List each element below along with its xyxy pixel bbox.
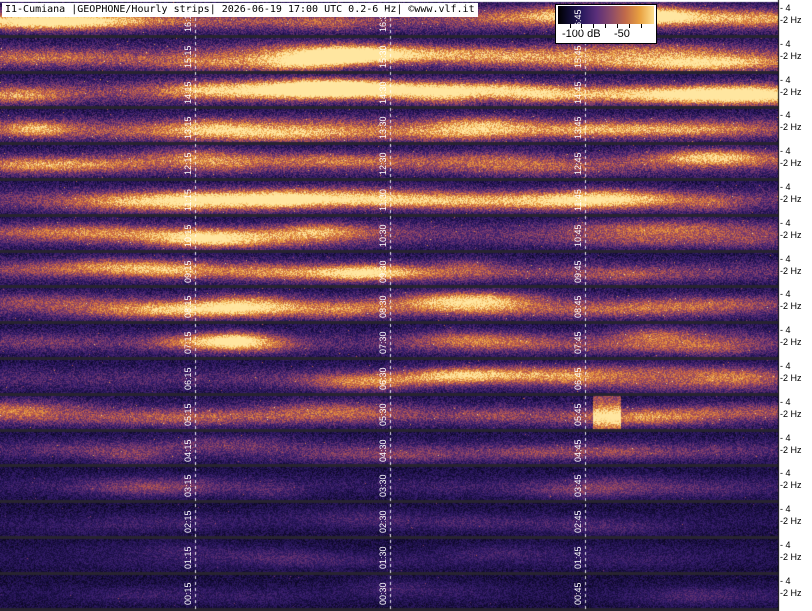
- time-label: 13:45: [573, 116, 583, 140]
- time-label: 10:45: [573, 224, 583, 247]
- time-label: 09:15: [183, 260, 193, 283]
- time-label: 15:15: [183, 45, 193, 68]
- freq-tick-4: - 4: [780, 432, 791, 443]
- colorbar-high-label: -50: [614, 28, 630, 40]
- time-label: 04:30: [378, 439, 388, 462]
- time-label: 09:45: [573, 260, 583, 283]
- freq-tick-2hz: -2 Hz: [780, 15, 802, 25]
- freq-tick-4: - 4: [780, 217, 791, 228]
- time-label: 02:15: [183, 510, 193, 534]
- freq-tick-2hz: -2 Hz: [780, 552, 802, 562]
- freq-tick-4: - 4: [780, 3, 791, 13]
- time-label: 11:45: [573, 189, 583, 211]
- freq-tick-2hz: -2 Hz: [780, 408, 802, 419]
- freq-tick-2hz: -2 Hz: [780, 50, 802, 61]
- time-label: 16:15: [183, 9, 193, 32]
- time-label: 13:15: [183, 116, 193, 140]
- time-label: 12:15: [183, 152, 193, 176]
- freq-tick-4: - 4: [780, 38, 791, 49]
- freq-tick-2hz: -2 Hz: [780, 122, 802, 133]
- freq-tick-2hz: -2 Hz: [780, 86, 802, 97]
- time-label: 04:45: [573, 439, 583, 462]
- time-label: 00:45: [573, 582, 583, 605]
- freq-tick-2hz: -2 Hz: [780, 480, 802, 491]
- time-label: 14:30: [378, 81, 388, 104]
- time-label: 08:45: [573, 295, 583, 319]
- time-label: 14:45: [573, 81, 583, 104]
- freq-tick-2hz: -2 Hz: [780, 337, 802, 348]
- time-label: 15:45: [573, 45, 583, 68]
- freq-tick-4: - 4: [780, 468, 791, 479]
- time-label: 05:45: [573, 403, 583, 426]
- freq-tick-2hz: -2 Hz: [780, 229, 802, 240]
- freq-tick-4: - 4: [780, 325, 791, 336]
- time-label: 10:15: [183, 224, 193, 247]
- time-label: 03:30: [378, 474, 388, 498]
- time-label: 16:30: [378, 9, 388, 32]
- time-label: 03:45: [573, 474, 583, 498]
- time-label: 08:30: [378, 295, 388, 319]
- freq-tick-4: - 4: [780, 110, 791, 121]
- time-label: 14:15: [183, 81, 193, 104]
- time-label: 05:30: [378, 403, 388, 426]
- time-label: 01:15: [183, 546, 193, 569]
- time-label: 15:30: [378, 45, 388, 68]
- time-label: 08:15: [183, 295, 193, 319]
- freq-tick-2hz: -2 Hz: [780, 158, 802, 169]
- freq-tick-4: - 4: [780, 540, 791, 550]
- time-label: 06:30: [378, 367, 388, 390]
- freq-tick-2hz: -2 Hz: [780, 444, 802, 455]
- time-label: 13:30: [378, 116, 388, 140]
- freq-tick-2hz: -2 Hz: [780, 373, 802, 383]
- time-label: 07:15: [183, 331, 193, 355]
- freq-tick-4: - 4: [780, 289, 791, 300]
- time-label: 07:45: [573, 331, 583, 355]
- freq-tick-4: - 4: [780, 504, 791, 515]
- time-label: 11:15: [183, 189, 193, 211]
- freq-tick-4: - 4: [780, 396, 791, 407]
- time-label: 12:30: [378, 152, 388, 176]
- freq-tick-4: - 4: [780, 361, 791, 371]
- time-label: 02:45: [573, 510, 583, 534]
- freq-tick-4: - 4: [780, 182, 791, 192]
- freq-tick-4: - 4: [780, 146, 791, 157]
- time-label: 06:15: [183, 367, 193, 390]
- colorbar: -100 dB -50: [555, 4, 657, 44]
- freq-tick-2hz: -2 Hz: [780, 516, 802, 527]
- freq-tick-4: - 4: [780, 74, 791, 85]
- time-label: 10:30: [378, 224, 388, 247]
- time-label: 00:15: [183, 582, 193, 605]
- freq-tick-2hz: -2 Hz: [780, 301, 802, 312]
- time-label: 02:30: [378, 510, 388, 534]
- freq-tick-2hz: -2 Hz: [780, 587, 802, 598]
- spectrogram-strips: [0, 0, 812, 611]
- freq-tick-4: - 4: [780, 575, 791, 586]
- time-label: 03:15: [183, 474, 193, 498]
- time-label: 01:30: [378, 546, 388, 569]
- time-label: 07:30: [378, 331, 388, 355]
- freq-tick-2hz: -2 Hz: [780, 265, 802, 276]
- colorbar-tick: [641, 24, 642, 28]
- time-label: 11:30: [378, 189, 388, 211]
- time-label: 16:45: [573, 9, 583, 32]
- freq-tick-2hz: -2 Hz: [780, 194, 802, 204]
- time-label: 06:45: [573, 367, 583, 390]
- chart-title: I1-Cumiana |GEOPHONE/Hourly strips| 2026…: [2, 3, 478, 17]
- time-label: 05:15: [183, 403, 193, 426]
- time-label: 12:45: [573, 152, 583, 176]
- colorbar-tick: [605, 24, 606, 28]
- time-label: 01:45: [573, 546, 583, 569]
- time-label: 00:30: [378, 582, 388, 605]
- time-label: 04:15: [183, 439, 193, 462]
- freq-tick-4: - 4: [780, 253, 791, 264]
- time-label: 09:30: [378, 260, 388, 283]
